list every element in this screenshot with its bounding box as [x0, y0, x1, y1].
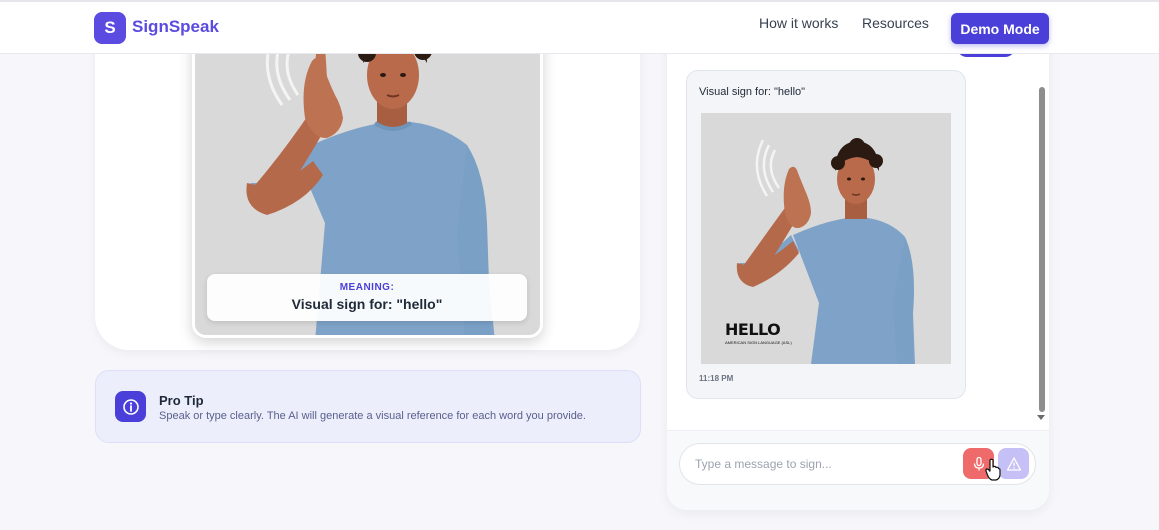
logo-badge[interactable]: S: [94, 12, 126, 44]
pro-tip-title: Pro Tip: [159, 393, 204, 408]
image-caption: HELLO AMERICAN SIGN LANGUAGE (ASL): [725, 320, 792, 345]
image-caption-word: HELLO: [725, 320, 781, 339]
meaning-text: Visual sign for: "hello": [291, 296, 443, 312]
hand-cursor-icon: [985, 458, 1001, 487]
demo-mode-button[interactable]: Demo Mode: [951, 13, 1049, 44]
brand-name[interactable]: SignSpeak: [132, 17, 219, 37]
info-icon: [115, 391, 146, 422]
chat-message-bubble: Visual sign for: "hello" HELLO AMERICAN …: [686, 70, 966, 399]
meaning-label: MEANING:: [339, 282, 395, 293]
send-icon: [1006, 456, 1021, 471]
nav-resources[interactable]: Resources: [862, 15, 929, 31]
send-button[interactable]: [998, 448, 1029, 479]
meaning-overlay: MEANING: Visual sign for: "hello": [207, 274, 527, 321]
header-top-border: [0, 0, 1159, 2]
message-sign-image[interactable]: HELLO AMERICAN SIGN LANGUAGE (ASL): [701, 113, 951, 364]
image-caption-subtitle: AMERICAN SIGN LANGUAGE (ASL): [725, 340, 792, 345]
top-navbar: S SignSpeak How it works Resources Demo …: [0, 0, 1159, 54]
pro-tip-text: Speak or type clearly. The AI will gener…: [159, 410, 586, 422]
scroll-down-arrow-icon[interactable]: [1037, 415, 1045, 420]
pro-tip-card: Pro Tip Speak or type clearly. The AI wi…: [95, 370, 641, 443]
chat-scrollbar-thumb[interactable]: [1039, 87, 1045, 412]
nav-how-it-works[interactable]: How it works: [759, 15, 838, 31]
message-text: Visual sign for: "hello": [699, 86, 806, 98]
message-timestamp: 11:18 PM: [699, 374, 734, 383]
